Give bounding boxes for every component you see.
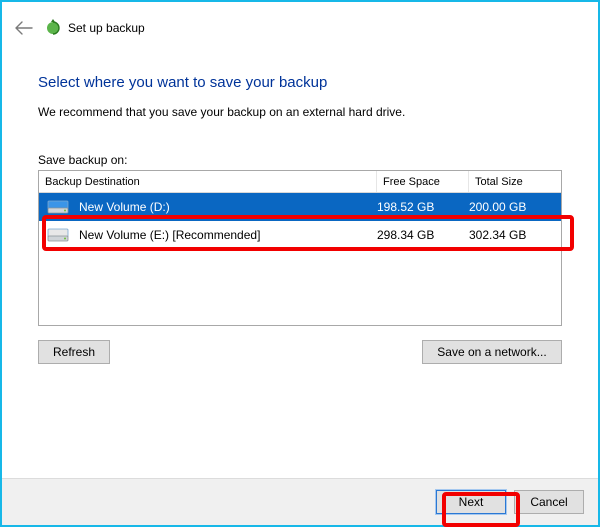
col-header-destination[interactable]: Backup Destination <box>39 171 377 192</box>
back-arrow-icon[interactable] <box>14 18 34 38</box>
page-heading: Select where you want to save your backu… <box>38 74 562 91</box>
next-button[interactable]: Next <box>436 490 506 514</box>
destination-row[interactable]: New Volume (D:) 198.52 GB200.00 GB <box>39 193 561 221</box>
refresh-button[interactable]: Refresh <box>38 340 110 364</box>
backup-wizard-window: Set up backup Select where you want to s… <box>0 0 600 527</box>
backup-app-icon <box>44 19 62 37</box>
hard-drive-icon <box>47 226 69 244</box>
col-header-total-size[interactable]: Total Size <box>469 171 561 192</box>
wizard-footer: Next Cancel <box>2 478 598 525</box>
list-header-row: Backup Destination Free Space Total Size <box>39 171 561 193</box>
row-destination-name: New Volume (E:) [Recommended] <box>79 228 260 242</box>
recommend-text: We recommend that you save your backup o… <box>38 105 562 119</box>
row-destination-name: New Volume (D:) <box>79 200 170 214</box>
destination-list: Backup Destination Free Space Total Size… <box>38 170 562 326</box>
hard-drive-icon <box>47 198 69 216</box>
row-total-size: 200.00 GB <box>469 200 561 214</box>
wizard-header: Set up backup <box>2 2 598 38</box>
save-on-network-button[interactable]: Save on a network... <box>422 340 562 364</box>
cancel-button[interactable]: Cancel <box>514 490 584 514</box>
row-destination-cell: New Volume (D:) <box>39 198 377 216</box>
save-on-label: Save backup on: <box>38 153 562 167</box>
list-actions-row: Refresh Save on a network... <box>38 340 562 364</box>
row-destination-cell: New Volume (E:) [Recommended] <box>39 226 377 244</box>
col-header-free-space[interactable]: Free Space <box>377 171 469 192</box>
row-free-space: 198.52 GB <box>377 200 469 214</box>
wizard-title: Set up backup <box>68 21 145 35</box>
list-body: New Volume (D:)198.52 GB200.00 GBNew Vol… <box>39 193 561 249</box>
destination-row[interactable]: New Volume (E:) [Recommended] 298.34 GB30… <box>39 221 561 249</box>
wizard-content: Select where you want to save your backu… <box>2 38 598 364</box>
row-free-space: 298.34 GB <box>377 228 469 242</box>
row-total-size: 302.34 GB <box>469 228 561 242</box>
